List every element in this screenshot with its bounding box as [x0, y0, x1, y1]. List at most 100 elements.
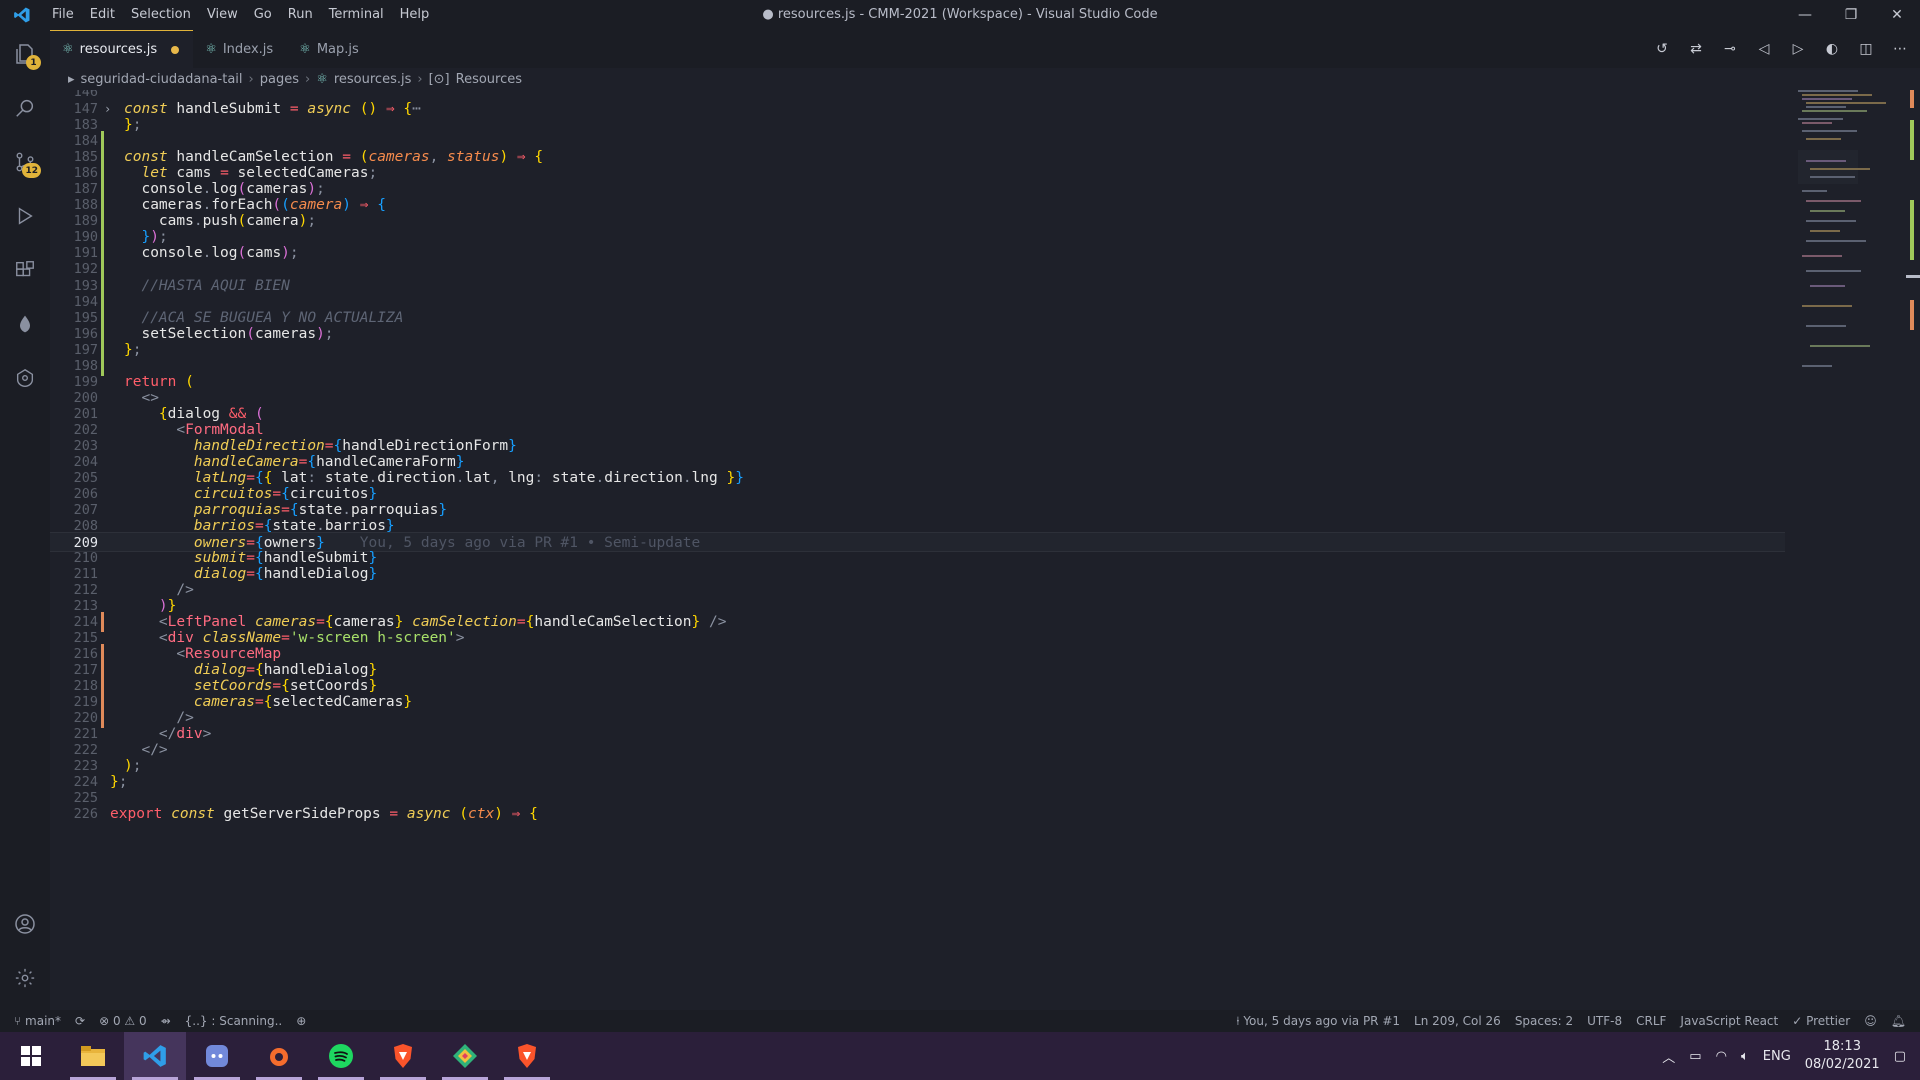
- discord-icon[interactable]: [186, 1032, 248, 1080]
- breadcrumb: ▸ seguridad-ciudadana-tail › pages › ⚛ r…: [50, 68, 1920, 90]
- restore-icon[interactable]: ❐: [1828, 0, 1874, 30]
- origin-icon[interactable]: [248, 1032, 310, 1080]
- vertical-scrollbar[interactable]: [1906, 90, 1920, 1010]
- code-line[interactable]: 226 export const getServerSideProps = asy…: [50, 804, 1785, 824]
- timeline-history-icon[interactable]: ↺: [1650, 37, 1674, 61]
- tab-label: Map.js: [316, 41, 359, 57]
- breadcrumb-item-symbol[interactable]: Resources: [456, 72, 522, 87]
- extensions-icon[interactable]: [0, 246, 50, 294]
- minimap-line: [1806, 240, 1866, 242]
- overview-added-marker: [1910, 200, 1914, 260]
- live-share-icon[interactable]: ⇴: [161, 1014, 171, 1028]
- vscode-taskbar-icon[interactable]: [124, 1032, 186, 1080]
- menu-go[interactable]: Go: [246, 0, 280, 30]
- gitkraken-icon[interactable]: [434, 1032, 496, 1080]
- minimize-icon[interactable]: —: [1782, 0, 1828, 30]
- accounts-icon[interactable]: [0, 900, 50, 948]
- next-revision-icon[interactable]: ▷: [1786, 37, 1810, 61]
- mongodb-icon[interactable]: [0, 300, 50, 348]
- minimap-line: [1802, 255, 1842, 257]
- compare-changes-icon[interactable]: ⇄: [1684, 37, 1708, 61]
- minimap-line: [1810, 285, 1845, 287]
- explorer-icon[interactable]: 1: [0, 30, 50, 78]
- search-icon[interactable]: [0, 84, 50, 132]
- brave-browser-icon[interactable]: [372, 1032, 434, 1080]
- minimap-line: [1806, 160, 1846, 162]
- clock[interactable]: 18:13 08/02/2021: [1805, 1038, 1880, 1074]
- react-file-icon: ⚛: [316, 71, 328, 87]
- menu-bar: File Edit Selection View Go Run Terminal…: [44, 0, 437, 30]
- tab-label: resources.js: [79, 42, 158, 57]
- gitlens-icon[interactable]: [0, 354, 50, 402]
- menu-terminal[interactable]: Terminal: [321, 0, 392, 30]
- file-explorer-icon[interactable]: [62, 1032, 124, 1080]
- settings-gear-icon[interactable]: [0, 954, 50, 1002]
- branch-indicator[interactable]: ⑂ main*: [14, 1014, 61, 1028]
- git-commit-icon[interactable]: ⊸: [1718, 37, 1742, 61]
- prettier-status[interactable]: ✓ Prettier: [1792, 1014, 1850, 1028]
- chevron-up-icon[interactable]: ︿: [1662, 1047, 1675, 1066]
- minimap-line: [1806, 220, 1856, 222]
- tab-map-js[interactable]: ⚛ Map.js: [287, 30, 373, 68]
- minimap-line: [1802, 365, 1832, 367]
- breadcrumb-item-file[interactable]: resources.js: [334, 72, 412, 87]
- eol-setting[interactable]: CRLF: [1636, 1014, 1666, 1028]
- menu-edit[interactable]: Edit: [82, 0, 123, 30]
- tab-label: Index.js: [222, 41, 274, 57]
- notification-center-icon[interactable]: ▢: [1894, 1049, 1906, 1064]
- minimap[interactable]: [1798, 90, 1898, 1010]
- encoding-setting[interactable]: UTF-8: [1587, 1014, 1622, 1028]
- breadcrumb-item-root[interactable]: seguridad-ciudadana-tail: [81, 72, 243, 87]
- react-file-icon: ⚛: [62, 42, 74, 57]
- minimap-line: [1806, 102, 1886, 104]
- menu-view[interactable]: View: [199, 0, 246, 30]
- run-debug-icon[interactable]: [0, 192, 50, 240]
- unsaved-dot-icon[interactable]: [171, 45, 180, 54]
- minimap-line: [1802, 94, 1872, 96]
- menu-help[interactable]: Help: [392, 0, 438, 30]
- overview-cursor-marker: [1906, 275, 1920, 278]
- indentation-setting[interactable]: Spaces: 2: [1515, 1014, 1573, 1028]
- windows-start-icon[interactable]: [0, 1032, 62, 1080]
- minimap-line: [1802, 122, 1832, 124]
- volume-icon[interactable]: 🔈︎: [1741, 1049, 1749, 1064]
- breadcrumb-item-pages[interactable]: pages: [260, 72, 299, 87]
- menu-selection[interactable]: Selection: [123, 0, 199, 30]
- language-mode[interactable]: JavaScript React: [1680, 1014, 1778, 1028]
- minimap-line: [1798, 118, 1843, 120]
- minimap-line: [1810, 168, 1870, 170]
- tab-resources-js[interactable]: ⚛ resources.js: [50, 30, 194, 68]
- previous-revision-icon[interactable]: ◁: [1752, 37, 1776, 61]
- activity-bar: 1 12: [0, 30, 50, 1010]
- code-text: export const getServerSideProps = async …: [110, 806, 538, 822]
- wifi-icon[interactable]: ◠: [1716, 1049, 1727, 1064]
- close-icon[interactable]: ✕: [1874, 0, 1920, 30]
- react-file-icon: ⚛: [299, 41, 311, 57]
- react-file-icon: ⚛: [205, 41, 217, 57]
- feedback-icon[interactable]: ☺: [1864, 1014, 1877, 1028]
- language-indicator[interactable]: ENG: [1763, 1049, 1791, 1064]
- sync-icon[interactable]: ⟳: [75, 1014, 85, 1028]
- menu-file[interactable]: File: [44, 0, 82, 30]
- split-editor-icon[interactable]: ◫: [1854, 37, 1878, 61]
- brave-browser-icon[interactable]: [496, 1032, 558, 1080]
- minimap-line: [1806, 138, 1841, 140]
- scanning-status[interactable]: {..} : Scanning..: [185, 1014, 283, 1028]
- source-control-icon[interactable]: 12: [0, 138, 50, 186]
- vscode-logo-icon[interactable]: [0, 0, 44, 30]
- cursor-position[interactable]: Ln 209, Col 26: [1414, 1014, 1501, 1028]
- blame-status[interactable]: ⍿ You, 5 days ago via PR #1: [1236, 1014, 1400, 1029]
- folder-icon: ▸: [68, 71, 75, 87]
- notifications-bell-icon[interactable]: 🔔︎: [1891, 1014, 1906, 1028]
- problems-indicator[interactable]: ⊗ 0 ⚠ 0: [99, 1014, 147, 1028]
- battery-icon[interactable]: ▭: [1689, 1049, 1701, 1064]
- minimap-viewport[interactable]: [1798, 150, 1858, 184]
- spotify-icon[interactable]: [310, 1032, 372, 1080]
- menu-run[interactable]: Run: [280, 0, 321, 30]
- globe-icon[interactable]: ⊕: [296, 1014, 306, 1028]
- code-editor[interactable]: 146 147 › const handleSubmit = async () ⇒ …: [50, 90, 1920, 1010]
- editor-actions: ↺ ⇄ ⊸ ◁ ▷ ◐ ◫ ⋯: [1650, 30, 1912, 68]
- gitlens-toggle-icon[interactable]: ◐: [1820, 37, 1844, 61]
- tab-index-js[interactable]: ⚛ Index.js: [193, 30, 287, 68]
- more-actions-icon[interactable]: ⋯: [1888, 37, 1912, 61]
